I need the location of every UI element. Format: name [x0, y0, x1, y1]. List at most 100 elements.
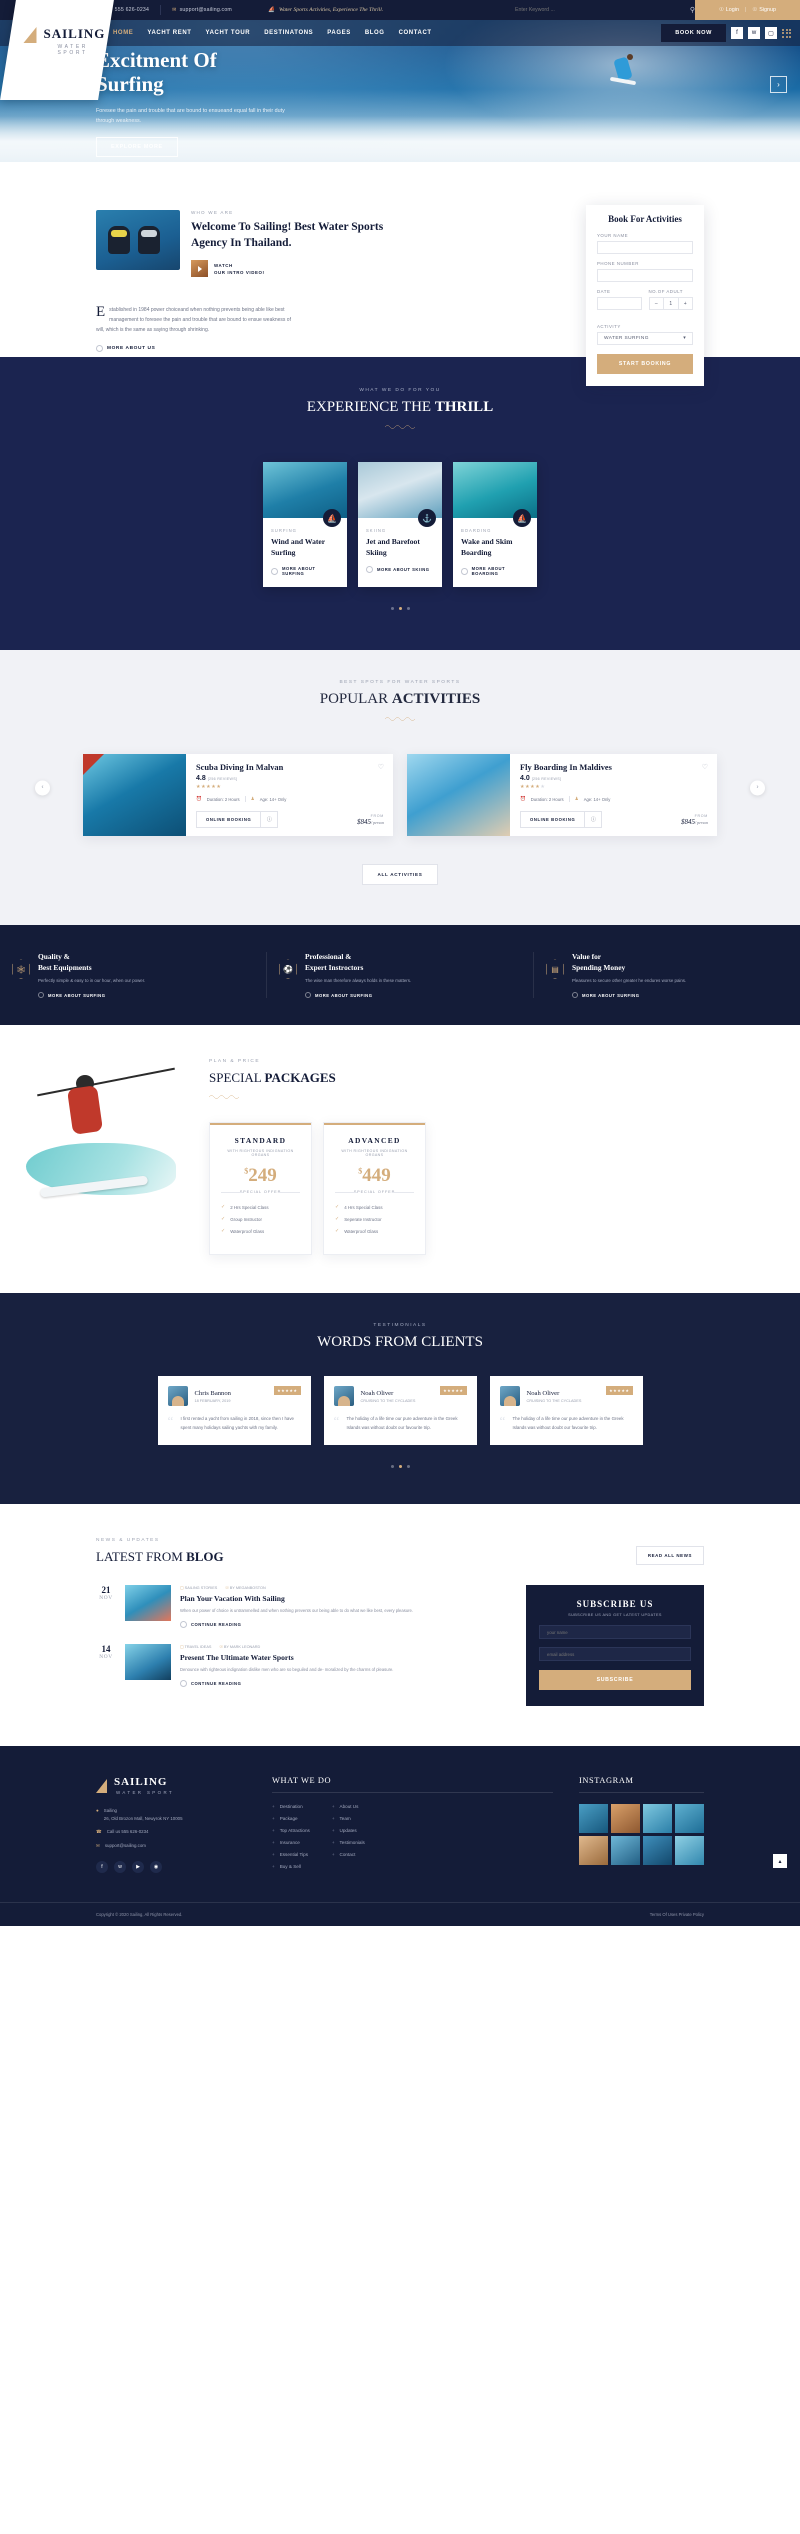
quantity-stepper[interactable]: – 1 +: [648, 297, 693, 310]
dot-2[interactable]: [398, 1465, 402, 1469]
testimonial-dots[interactable]: [0, 1465, 800, 1469]
blog-post[interactable]: 14 NOV ▢ TRAVEL IDEAS ☉ BY MARK LEONARD …: [96, 1644, 510, 1687]
instagram-thumb[interactable]: [643, 1836, 672, 1866]
instagram-thumb[interactable]: [675, 1836, 704, 1866]
footer-email[interactable]: ✉ support@sailing.com: [96, 1842, 246, 1850]
name-input[interactable]: [597, 241, 693, 254]
search-area[interactable]: ⚲: [515, 6, 695, 14]
instagram-icon[interactable]: ▢: [765, 27, 777, 39]
card-title: Wind and Water Surfing: [271, 537, 326, 557]
favorite-icon[interactable]: ♡: [378, 763, 384, 771]
activity-card[interactable]: ♡ Fly Boarding In Maldives 4.0 [256 REVI…: [407, 754, 717, 837]
phone-input[interactable]: [597, 269, 693, 282]
all-activities-button[interactable]: ALL ACTIVITIES: [362, 864, 438, 886]
watch-video[interactable]: WATCH OUR INTRO VIDEO!: [191, 260, 386, 278]
thrill-card[interactable]: ⛵ SURFING Wind and Water Surfing MORE AB…: [263, 462, 347, 588]
instagram-thumb[interactable]: [579, 1836, 608, 1866]
logo[interactable]: SAILING WATER SPORT: [0, 0, 114, 100]
nav-item-blog[interactable]: BLOG: [365, 30, 385, 36]
nav-item-yacht-rent[interactable]: YACHT RENT: [147, 30, 191, 36]
footer-link[interactable]: + Essential Tips: [272, 1852, 310, 1857]
dot-1[interactable]: [390, 607, 394, 611]
youtube-icon[interactable]: ▶: [132, 1860, 144, 1873]
thrill-card[interactable]: ⚓ SKIING Jet and Barefoot Skiing MORE AB…: [358, 462, 442, 588]
twitter-icon[interactable]: w: [114, 1860, 126, 1873]
package-card-advanced[interactable]: ADVANCED WITH RIGHTEOUS INDIGNATION ORGA…: [323, 1122, 426, 1256]
info-icon[interactable]: ⓘ: [261, 811, 279, 829]
favorite-icon[interactable]: ♡: [702, 763, 708, 771]
dot-3[interactable]: [406, 1465, 410, 1469]
rss-icon[interactable]: ◉: [150, 1860, 162, 1873]
activities-next-button[interactable]: ›: [750, 780, 765, 796]
nav-item-home[interactable]: HOME: [113, 30, 133, 36]
nav-item-pages[interactable]: PAGES: [327, 30, 351, 36]
feature-link[interactable]: MORE ABOUT SURFING: [305, 992, 411, 999]
nav-item-destinatons[interactable]: DESTINATONS: [264, 30, 313, 36]
footer-link[interactable]: + Buy & Sell: [272, 1864, 310, 1869]
online-booking-button[interactable]: ONLINE BOOKING: [196, 811, 262, 829]
signup-button[interactable]: ☉ Signup: [752, 7, 776, 13]
footer-link[interactable]: + Destination: [272, 1804, 310, 1809]
package-subtitle: WITH RIGHTEOUS INDIGNATION ORGANS: [227, 1149, 294, 1158]
footer-link[interactable]: + Contact: [332, 1852, 365, 1857]
footer-phone[interactable]: ☎ Call us 555 626-0234: [96, 1828, 246, 1836]
stepper-minus[interactable]: –: [650, 298, 664, 309]
footer-link[interactable]: + Package: [272, 1816, 310, 1821]
topbar-email[interactable]: ✉ support@sailing.com: [172, 7, 232, 13]
dot-1[interactable]: [390, 1465, 394, 1469]
package-card-standard[interactable]: STANDARD WITH RIGHTEOUS INDIGNATION ORGA…: [209, 1122, 312, 1256]
feature-link[interactable]: MORE ABOUT SURFING: [572, 992, 686, 999]
thrill-card[interactable]: ⛵ BOARDING Wake and Skim Boarding MORE A…: [453, 462, 537, 588]
explore-more-button[interactable]: EXPLORE MORE: [96, 137, 178, 158]
read-all-news-button[interactable]: READ ALL NEWS: [635, 1546, 704, 1566]
login-button[interactable]: ☉ Login: [719, 7, 739, 13]
more-about-us-link[interactable]: MORE ABOUT US: [96, 345, 155, 353]
feature-link[interactable]: MORE ABOUT SURFING: [38, 992, 145, 999]
subscribe-button[interactable]: SUBSCRIBE: [539, 1670, 691, 1691]
continue-reading-link[interactable]: CONTINUE READING: [180, 1621, 413, 1629]
card-link[interactable]: MORE ABOUT BOARDING: [461, 566, 529, 576]
start-booking-button[interactable]: START BOOKING: [597, 354, 693, 374]
nav-item-contact[interactable]: CONTACT: [399, 30, 432, 36]
date-input[interactable]: [597, 297, 642, 310]
facebook-icon[interactable]: f: [731, 27, 743, 39]
instagram-thumb[interactable]: [675, 1804, 704, 1834]
instagram-thumb[interactable]: [611, 1836, 640, 1866]
video-thumbnail[interactable]: [191, 260, 208, 278]
subscribe-name-input[interactable]: [539, 1625, 691, 1640]
back-to-top-button[interactable]: ▴: [773, 1854, 787, 1869]
activity-info: ♡ Scuba Diving In Malvan 4.8 [256 REVIEW…: [186, 754, 393, 836]
nav-item-yacht-tour[interactable]: YACHT TOUR: [206, 30, 251, 36]
blog-post[interactable]: 21 NOV ▢ SAILING STORIES ☉ BY MEGANBOSTO…: [96, 1585, 510, 1629]
online-booking-button[interactable]: ONLINE BOOKING: [520, 811, 586, 829]
facebook-icon[interactable]: f: [96, 1860, 108, 1873]
footer-link[interactable]: + About Us: [332, 1804, 365, 1809]
instagram-thumb[interactable]: [643, 1804, 672, 1834]
footer-link[interactable]: + Top Attractions: [272, 1828, 310, 1833]
activity-select[interactable]: WATER SURFING ▾: [597, 332, 693, 345]
card-link[interactable]: MORE ABOUT SKIING: [366, 566, 434, 574]
activity-card[interactable]: ♡ Scuba Diving In Malvan 4.8 [256 REVIEW…: [83, 754, 393, 837]
dot-3[interactable]: [406, 607, 410, 611]
instagram-thumb[interactable]: [579, 1804, 608, 1834]
stepper-plus[interactable]: +: [677, 298, 693, 309]
auth-area[interactable]: ☉ Login | ☉ Signup: [695, 0, 800, 20]
card-link[interactable]: MORE ABOUT SURFING: [271, 566, 339, 576]
instagram-thumb[interactable]: [611, 1804, 640, 1834]
footer-logo[interactable]: SAILING WATER SPORT: [96, 1776, 246, 1795]
grid-menu-icon[interactable]: [782, 28, 791, 38]
info-icon[interactable]: ⓘ: [585, 811, 603, 829]
footer-link[interactable]: + Testimonials: [332, 1840, 365, 1845]
subscribe-email-input[interactable]: [539, 1647, 691, 1662]
footer-link[interactable]: + Updates: [332, 1828, 365, 1833]
search-input[interactable]: [515, 7, 655, 13]
continue-reading-link[interactable]: CONTINUE READING: [180, 1679, 393, 1687]
activities-prev-button[interactable]: ‹: [35, 780, 50, 796]
carousel-dots[interactable]: [0, 607, 800, 611]
twitter-icon[interactable]: w: [748, 27, 760, 39]
footer-link[interactable]: + Team: [332, 1816, 365, 1821]
hero-next-button[interactable]: ›: [770, 76, 787, 93]
dot-2[interactable]: [398, 607, 402, 611]
footer-link[interactable]: + Insurance: [272, 1840, 310, 1845]
book-now-button[interactable]: BOOK NOW: [661, 24, 726, 42]
